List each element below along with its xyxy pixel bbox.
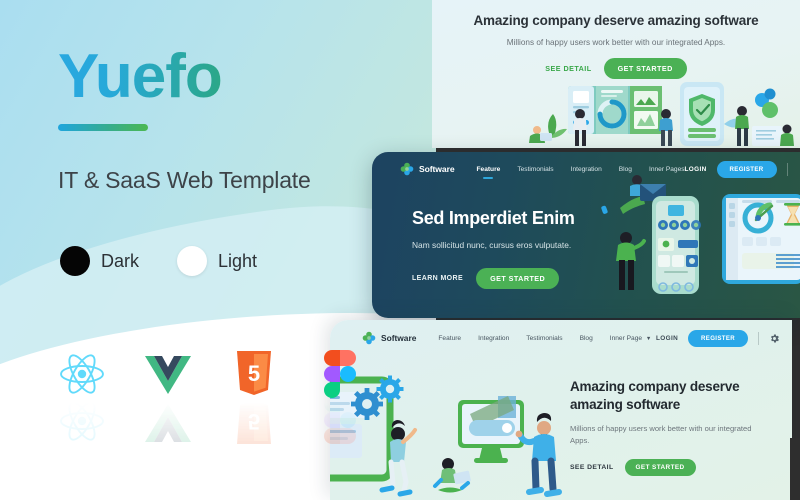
tech-logo-react [56, 348, 108, 444]
brand-block: Yuefo IT & SaaS Web Template [58, 46, 311, 194]
figma-icon [314, 348, 366, 400]
preview-top-subtitle: Millions of happy users work better with… [506, 38, 726, 47]
preview-card-light: Software Feature Integration Testimonial… [330, 320, 792, 500]
preview-card-dark: Software Feature Testimonials Integratio… [372, 152, 800, 318]
vue-icon-reflection [142, 400, 194, 444]
theme-label-light: Light [218, 250, 258, 271]
html5-icon: 5 [228, 348, 280, 400]
theme-switcher: Dark Light [60, 246, 257, 276]
light-hero-illustration [330, 362, 575, 500]
preview-card-top: Amazing company deserve amazing software… [432, 0, 800, 148]
brand-logo-text-dark: Software [419, 164, 455, 174]
brand-tagline: IT & SaaS Web Template [58, 167, 311, 193]
react-icon-reflection [56, 400, 108, 444]
nav-item-feature-light[interactable]: Feature [438, 335, 461, 342]
get-started-button-dark[interactable]: GET STARTED [476, 268, 560, 289]
react-icon [56, 348, 108, 400]
see-detail-link-light[interactable]: SEE DETAIL [570, 464, 614, 471]
see-detail-link[interactable]: SEE DETAIL [545, 64, 591, 73]
right-edge-strip [790, 438, 800, 500]
brand-underline [58, 124, 148, 131]
preview-top-title: Amazing company deserve amazing software [473, 13, 759, 28]
nav-item-inner-page-label: Inner Page [609, 334, 643, 342]
learn-more-link[interactable]: LEARN MORE [412, 275, 463, 282]
flower-logo-icon [400, 162, 414, 176]
nav-item-testimonials[interactable]: Testimonials [517, 166, 553, 173]
svg-text:5: 5 [248, 361, 260, 386]
nav-item-testimonials-light[interactable]: Testimonials [526, 335, 562, 342]
register-button-light[interactable]: REGISTER [688, 329, 748, 347]
tech-logo-figma [314, 348, 366, 444]
circle-light-icon [177, 246, 208, 276]
chevron-down-icon: ▼ [645, 335, 652, 342]
promo-banner: Yuefo IT & SaaS Web Template Dark Light [0, 0, 800, 500]
light-nav-links: Feature Integration Testimonials Blog In… [438, 335, 651, 342]
figma-icon-reflection [314, 396, 366, 444]
theme-label-dark: Dark [101, 250, 140, 271]
nav-item-inner-page-light[interactable]: Inner Page ▼ [610, 335, 652, 342]
light-hero-actions: SEE DETAIL GET STARTED [570, 458, 770, 476]
brand-title: Yuefo [58, 46, 311, 108]
nav-divider-light [758, 331, 759, 345]
brand-logo-text-light: Software [381, 333, 417, 343]
dark-hero-actions: LEARN MORE GET STARTED [412, 268, 612, 289]
light-hero-subtitle: Millions of happy users work better with… [570, 424, 752, 445]
dark-hero-copy: Sed Imperdiet Enim Nam sollicitud nunc, … [412, 208, 612, 289]
theme-option-dark[interactable]: Dark [60, 246, 139, 276]
preview-top-actions: SEE DETAIL GET STARTED [432, 58, 800, 79]
html5-icon-reflection: 5 [228, 400, 280, 444]
dark-hero-title: Sed Imperdiet Enim [412, 208, 575, 228]
get-started-button-light[interactable]: GET STARTED [624, 458, 696, 476]
preview-top-illustration [432, 80, 800, 148]
light-nav-actions: LOGIN REGISTER [656, 329, 780, 347]
tech-logo-vue [142, 348, 194, 444]
light-hero-title: Amazing company deserve amazing software [570, 379, 740, 413]
light-hero-copy: Amazing company deserve amazing software… [570, 378, 770, 476]
svg-text:5: 5 [248, 409, 260, 434]
nav-item-feature[interactable]: Feature [477, 166, 501, 173]
light-navbar: Software Feature Integration Testimonial… [330, 320, 792, 356]
circle-dark-icon [60, 246, 90, 276]
tech-logo-row: 5 5 [56, 348, 366, 444]
dark-hero-subtitle: Nam sollicitud nunc, cursus eros vulputa… [412, 240, 572, 250]
nav-item-integration-light[interactable]: Integration [478, 335, 509, 342]
brand-logo-dark[interactable]: Software [400, 162, 455, 176]
tech-logo-html5: 5 5 [228, 348, 280, 444]
nav-item-blog-light[interactable]: Blog [580, 335, 593, 342]
get-started-button[interactable]: GET STARTED [603, 58, 687, 79]
flower-logo-icon [362, 331, 376, 345]
brand-logo-light[interactable]: Software [362, 331, 416, 345]
theme-option-light[interactable]: Light [177, 246, 257, 276]
gear-icon[interactable] [769, 333, 780, 344]
dark-hero-illustration [590, 170, 800, 318]
login-link-light[interactable]: LOGIN [656, 335, 678, 342]
vue-icon [142, 348, 194, 400]
